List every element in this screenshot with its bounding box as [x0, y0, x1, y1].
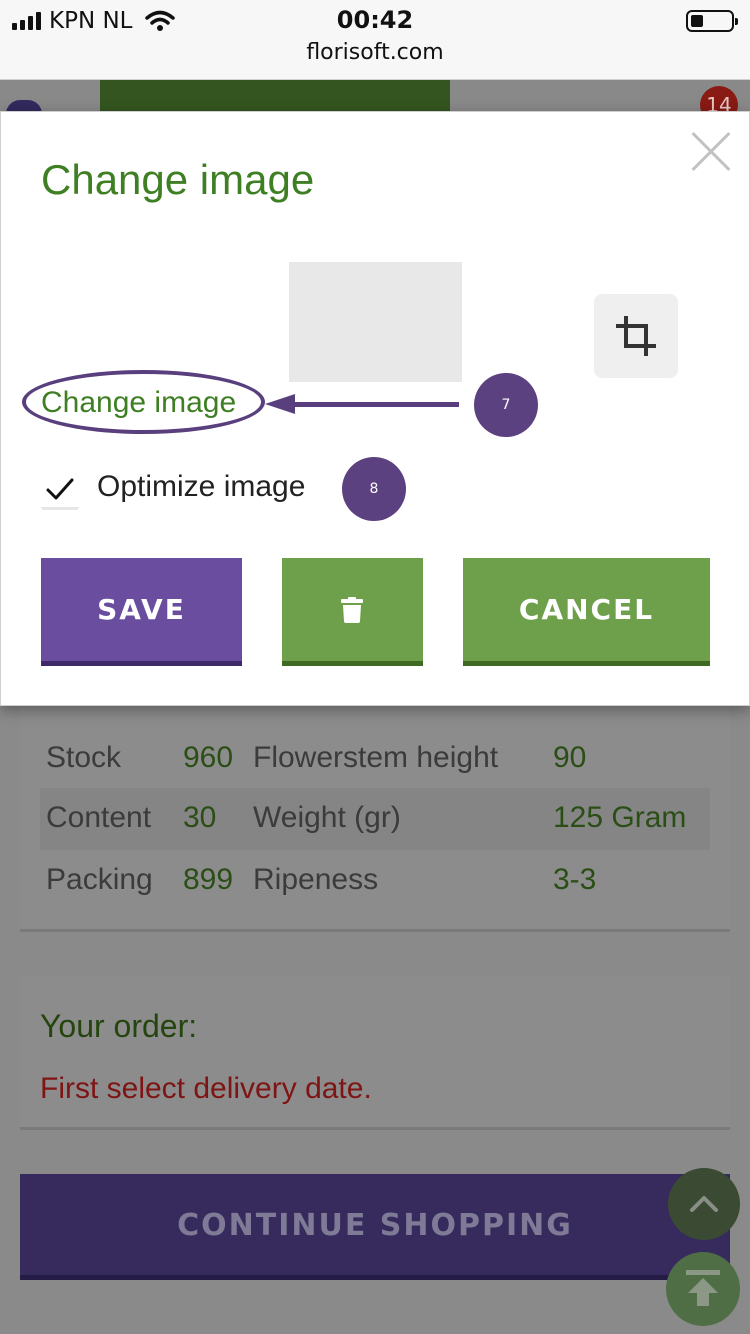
scroll-up-button[interactable] [668, 1168, 740, 1240]
clock: 00:42 [336, 6, 414, 34]
detail-label: Flowerstem height [253, 741, 499, 774]
status-bar: KPN NL 00:42 florisoft.com [0, 0, 750, 80]
modal-title: Change image [41, 156, 315, 203]
detail-row: Packing 899 Ripeness 3-3 [40, 850, 710, 912]
optimize-checkbox[interactable] [41, 472, 79, 510]
scroll-to-top-button[interactable] [666, 1252, 740, 1326]
detail-value: 3-3 [553, 863, 597, 896]
save-button[interactable]: SAVE [41, 558, 242, 666]
annotation-step-8: 8 [342, 457, 406, 521]
scroll-top-icon [686, 1270, 720, 1306]
detail-label: Ripeness [253, 863, 379, 896]
annotation-arrow [291, 402, 459, 407]
change-image-link[interactable]: Change image [41, 386, 236, 420]
detail-value: 960 [183, 741, 234, 774]
detail-label: Packing [46, 863, 153, 896]
detail-row: Content 30 Weight (gr) 125 Gram [40, 788, 710, 850]
annotation-step-7: 7 [474, 373, 538, 437]
detail-value: 90 [553, 741, 587, 774]
check-icon [46, 478, 74, 500]
change-image-modal: Change image Change image 7 Optimize ima… [0, 111, 750, 706]
order-card: Your order: First select delivery date. [20, 976, 730, 1130]
crop-icon [616, 316, 656, 356]
continue-shopping-button[interactable]: CONTINUE SHOPPING [20, 1174, 730, 1280]
crop-button[interactable] [594, 294, 678, 378]
detail-label: Weight (gr) [253, 801, 401, 834]
product-details-card: Stock 960 Flowerstem height 90 Content 3… [20, 700, 730, 932]
close-icon[interactable] [691, 132, 731, 172]
detail-label: Content [46, 801, 152, 834]
order-title: Your order: [40, 1008, 198, 1044]
cancel-button[interactable]: CANCEL [463, 558, 710, 666]
optimize-image-label[interactable]: Optimize image [97, 470, 305, 504]
image-preview [289, 262, 462, 382]
chevron-up-icon [690, 1196, 718, 1212]
trash-icon [341, 597, 363, 623]
delete-button[interactable] [282, 558, 423, 666]
order-error-message: First select delivery date. [40, 1072, 372, 1105]
detail-label: Stock [46, 741, 122, 774]
detail-value: 899 [183, 863, 234, 896]
url-bar[interactable]: florisoft.com [0, 40, 750, 65]
detail-value: 30 [183, 801, 217, 834]
detail-value: 125 Gram [553, 801, 687, 834]
detail-row: Stock 960 Flowerstem height 90 [40, 728, 710, 790]
battery-icon [686, 10, 738, 32]
